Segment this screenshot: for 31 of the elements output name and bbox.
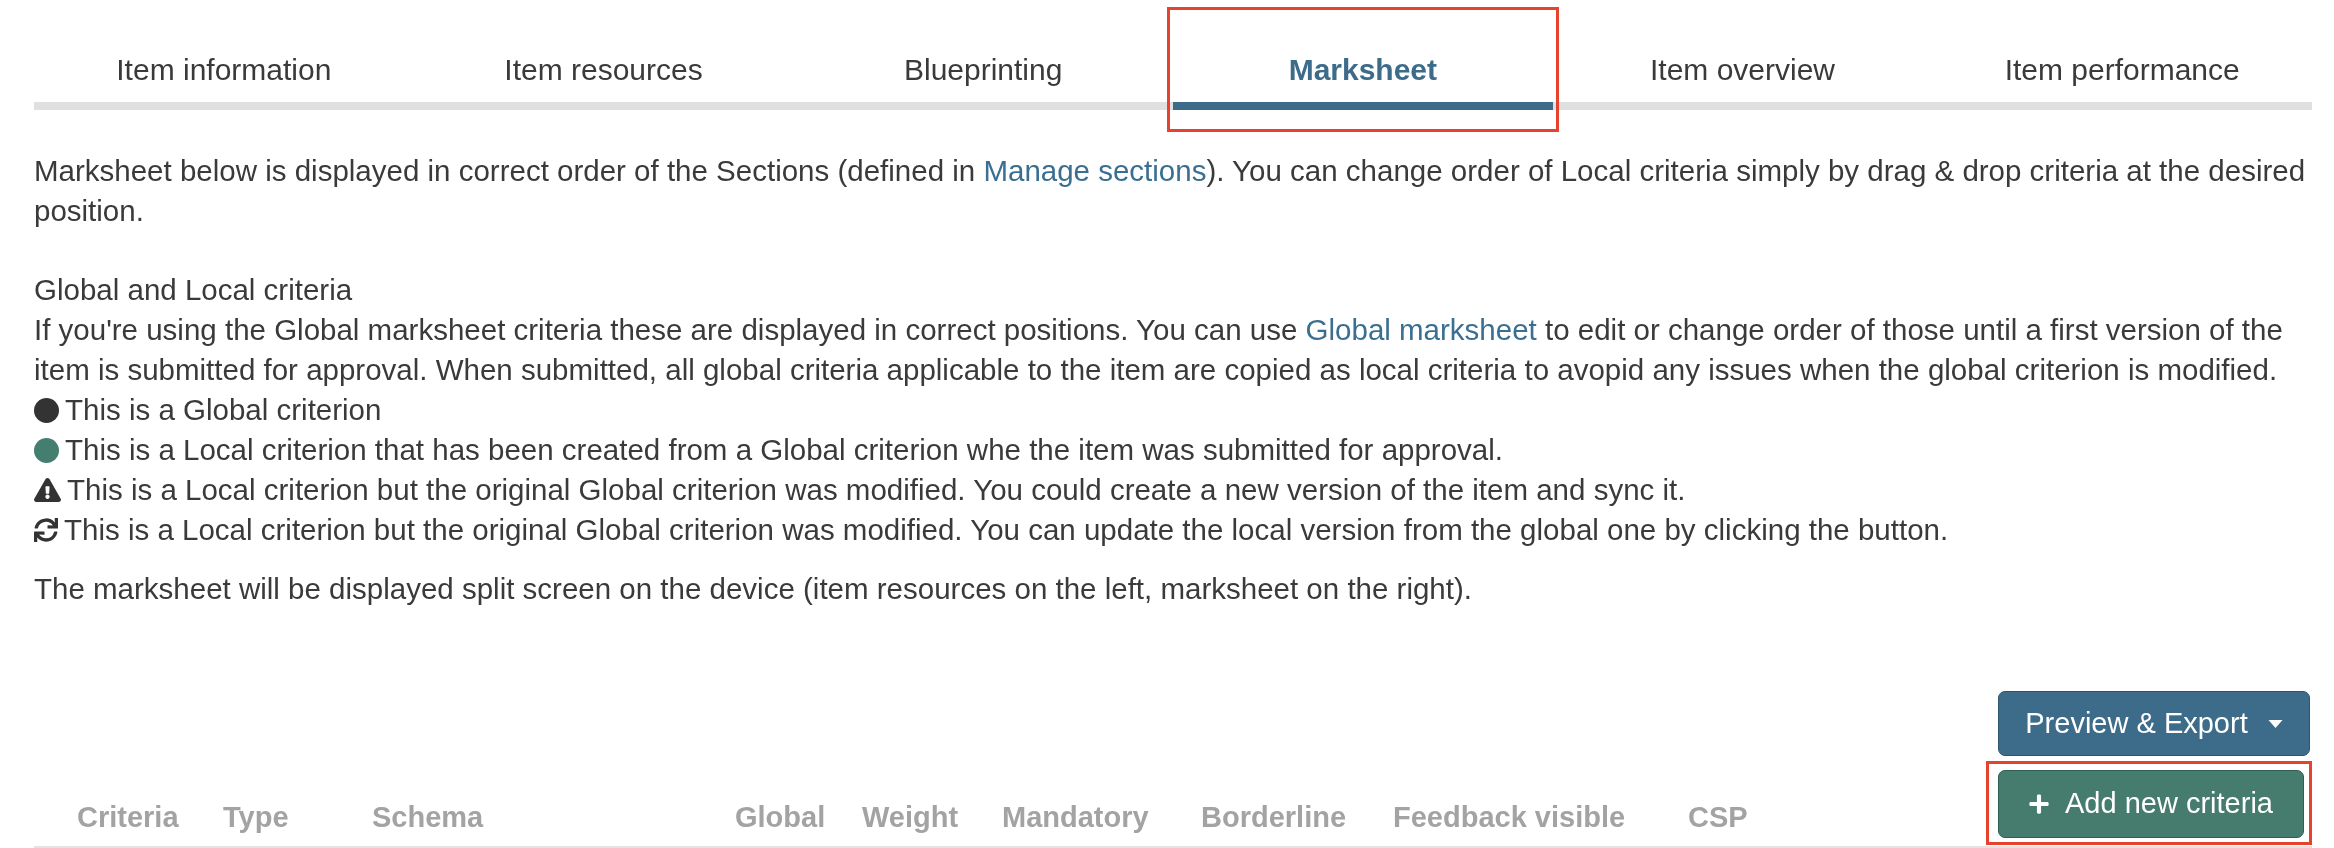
info-text: If you're using the Global marksheet criteria these are displayed in correct positions. You can use Global marksheet to edit or change order of those until a first version of the item is submitted for approval. When submitted, all global criteria applicable to the item are copied as local criteria to avopid any issues when the global criterion is modified. [34, 312, 2284, 388]
column-header: Type [223, 800, 290, 835]
plus-icon [2029, 793, 2050, 815]
tab[interactable]: Item overview [1552, 28, 1933, 110]
layout-note-text: The marksheet will be displayed split screen on the device (item resources on the left, marksheet on the right). [34, 571, 1473, 607]
caret-icon [2267, 719, 2283, 728]
column-header: Feedback visible [1393, 800, 1627, 835]
legend-text: This is a Local criterion that has been created from a Global criterion whe the item was submitted for approval. [65, 432, 1503, 468]
tab[interactable]: Item information [34, 28, 414, 110]
legend-text: This is a Local criterion but the original Global criterion was modified. You can update the local version from the global one by clicking the button. [64, 512, 1949, 548]
column-header: Mandatory [1002, 800, 1150, 835]
tab[interactable]: Item performance [1932, 28, 2313, 110]
warning-icon [34, 478, 61, 502]
manage-sections-link[interactable]: Manage sections [983, 154, 1207, 187]
column-header: Global [735, 800, 827, 835]
tab[interactable]: Item resources [413, 28, 794, 110]
tab[interactable]: Blueprinting [793, 28, 1173, 110]
column-header: Schema [372, 800, 485, 835]
refresh-icon [34, 518, 58, 542]
column-header: CSP [1688, 800, 1749, 835]
preview-export-button[interactable]: Preview & Export [1998, 691, 2310, 756]
section-heading: Global and Local criteria [34, 272, 354, 308]
tab[interactable]: Marksheet [1173, 28, 1553, 110]
column-header: Borderline [1201, 800, 1348, 835]
global-marksheet-link[interactable]: Global marksheet [1305, 313, 1537, 346]
legend-text: This is a Global criterion [65, 392, 382, 428]
column-header: Weight [862, 800, 960, 835]
legend-text: This is a Local criterion but the original Global criterion was modified. You could create a new version of the item and sync it. [67, 472, 1686, 508]
add-criteria-button[interactable]: Add new criteria [1998, 770, 2304, 838]
column-header: Criteria [77, 800, 180, 835]
intro-text: Marksheet below is displayed in correct order of the Sections (defined in Manage sections). You can change order of Local criteria simply by drag & drop criteria at the desired position. [34, 153, 2307, 229]
